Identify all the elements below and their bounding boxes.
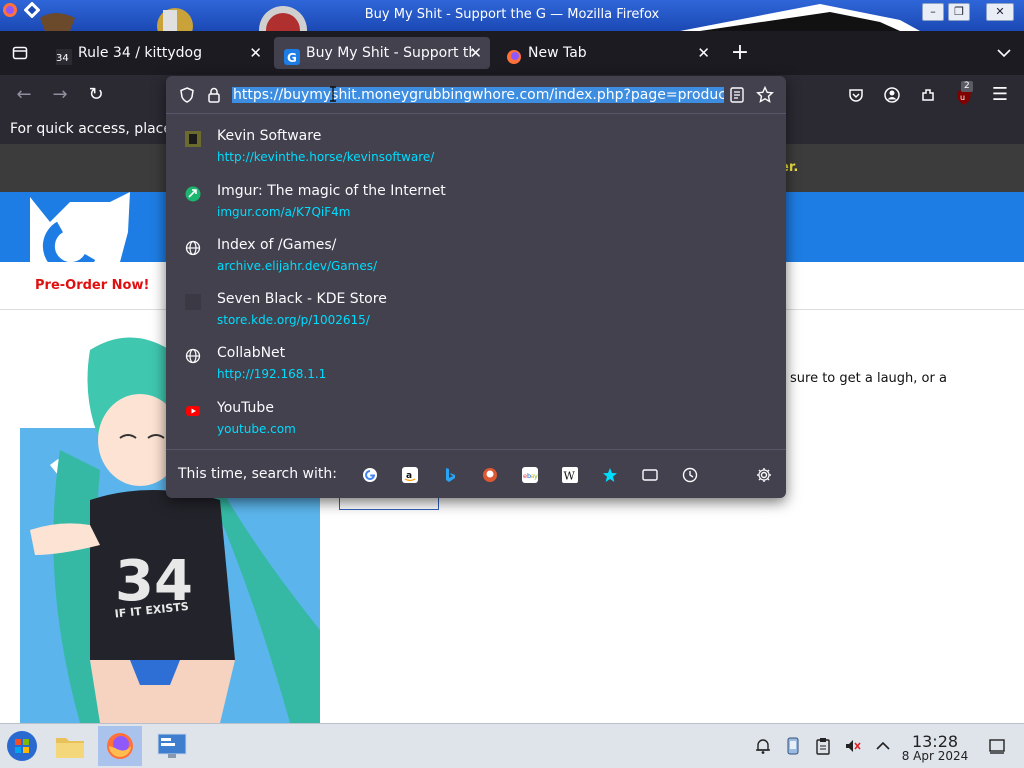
preorder-link[interactable]: Pre-Order Now! <box>35 278 149 293</box>
account-icon[interactable] <box>876 79 908 111</box>
urlbar[interactable]: https://buymyshit.moneygrubbingwhore.com… <box>166 76 786 114</box>
tab-new-tab[interactable]: New Tab ✕ <box>496 37 718 69</box>
tracking-protection-shield-icon[interactable] <box>178 86 196 104</box>
suggestion-url: imgur.com/a/K7QiF4m <box>217 205 351 219</box>
close-tab-icon[interactable]: ✕ <box>469 37 482 69</box>
tab-label: Buy My Shit - Support the G <box>306 45 474 61</box>
reload-button[interactable]: ↻ <box>80 79 112 111</box>
suggestion-url: youtube.com <box>217 422 296 436</box>
tab-label: New Tab <box>528 45 587 61</box>
suggestion-url: http://kevinthe.horse/kevinsoftware/ <box>217 150 435 164</box>
notifications-bell-icon[interactable] <box>754 737 772 755</box>
suggestion-title: Index of /Games/ <box>217 237 337 253</box>
suggestion-url: archive.elijahr.dev/Games/ <box>217 259 378 273</box>
suggestion-row[interactable]: Kevin Software http://kevinthe.horse/kev… <box>166 122 786 176</box>
list-all-tabs-icon[interactable] <box>988 37 1020 69</box>
start-menu-button[interactable] <box>0 726 44 766</box>
suggestion-row[interactable]: Index of /Games/ archive.elijahr.dev/Gam… <box>166 231 786 285</box>
window-titlebar[interactable]: Buy My Shit - Support the G — Mozilla Fi… <box>0 0 1024 31</box>
new-tab-button[interactable]: + <box>724 37 756 69</box>
minimize-button[interactable]: – <box>922 3 944 21</box>
search-with-label: This time, search with: <box>178 466 337 482</box>
firefox-icon <box>506 45 522 64</box>
one-off-search-bar: This time, search with: a ebay W <box>166 449 786 498</box>
pocket-icon[interactable] <box>840 79 872 111</box>
tabs-search-icon[interactable] <box>642 467 658 483</box>
svg-text:y: y <box>534 472 538 480</box>
suggestion-title: YouTube <box>217 400 274 416</box>
bookmark-star-icon[interactable] <box>756 85 774 104</box>
suggestion-url: http://192.168.1.1 <box>217 367 327 381</box>
forward-button[interactable]: → <box>44 79 76 111</box>
extensions-icon[interactable] <box>912 79 944 111</box>
reader-view-icon[interactable] <box>728 86 746 104</box>
back-button[interactable]: ← <box>8 79 40 111</box>
globe-icon <box>185 348 201 364</box>
youtube-favicon <box>185 403 201 419</box>
tab-rule34[interactable]: 34 Rule 34 / kittydog ✕ <box>46 37 270 69</box>
clipboard-icon[interactable] <box>814 737 832 755</box>
firefox-taskbar-icon[interactable] <box>98 726 142 766</box>
site-g-favicon: G <box>284 45 300 65</box>
tab-strip: 34 Rule 34 / kittydog ✕ G Buy My Shit - … <box>0 31 1024 75</box>
suggestion-url: store.kde.org/p/1002615/ <box>217 313 370 327</box>
suggestion-row[interactable]: Imgur: The magic of the Internet imgur.c… <box>166 177 786 231</box>
site-body-text: sure to get a laugh, or a <box>790 371 947 386</box>
suggestion-title: Seven Black - KDE Store <box>217 291 387 307</box>
url-selected-text: https://buymyshit.moneygrubbingwhore.com… <box>232 87 724 103</box>
bookmarks-empty-message: For quick access, place <box>10 121 172 137</box>
kde-favicon <box>185 294 201 310</box>
duckduckgo-search-icon[interactable] <box>482 467 498 483</box>
window-title: Buy My Shit - Support the G — Mozilla Fi… <box>364 7 660 22</box>
menu-button[interactable]: ☰ <box>984 79 1016 111</box>
ublock-badge: 2 <box>961 81 973 92</box>
globe-icon <box>185 240 201 256</box>
file-manager-taskbar-icon[interactable] <box>48 726 92 766</box>
volume-muted-icon[interactable] <box>844 737 862 755</box>
close-tab-icon[interactable]: ✕ <box>697 37 710 69</box>
urlbar-dropdown: https://buymyshit.moneygrubbingwhore.com… <box>166 76 786 498</box>
suggestion-row[interactable]: CollabNet http://192.168.1.1 <box>166 339 786 393</box>
bookmarks-search-icon[interactable] <box>602 467 618 483</box>
site-logo[interactable] <box>20 192 160 262</box>
suggestion-title: CollabNet <box>217 345 286 361</box>
close-tab-icon[interactable]: ✕ <box>249 37 262 69</box>
suggestion-title: Kevin Software <box>217 128 322 144</box>
taskbar: 13:28 8 Apr 2024 <box>0 723 1024 768</box>
search-settings-gear-icon[interactable] <box>756 467 772 483</box>
suggestion-title: Imgur: The magic of the Internet <box>217 183 446 199</box>
suggestion-row[interactable]: YouTube youtube.com <box>166 394 786 448</box>
google-search-icon[interactable] <box>362 467 378 483</box>
show-hidden-icons-chevron-icon[interactable] <box>874 737 892 755</box>
amazon-search-icon[interactable]: a <box>402 467 418 483</box>
history-search-icon[interactable] <box>682 467 698 483</box>
tab-buymyshit[interactable]: G Buy My Shit - Support the G ✕ <box>274 37 490 69</box>
maximize-button[interactable]: ❐ <box>948 3 970 21</box>
show-desktop-icon[interactable] <box>988 737 1006 755</box>
clock-date[interactable]: 8 Apr 2024 <box>895 749 975 763</box>
firefox-view-button[interactable] <box>4 37 36 69</box>
svg-text:34: 34 <box>56 53 69 64</box>
svg-text:G: G <box>287 51 297 65</box>
close-window-button[interactable]: ✕ <box>986 3 1014 21</box>
text-cursor <box>330 86 336 102</box>
kevin-favicon <box>185 131 201 147</box>
bing-search-icon[interactable] <box>442 467 458 483</box>
svg-text:u: u <box>960 93 965 102</box>
tab-label: Rule 34 / kittydog <box>78 45 202 61</box>
url-input[interactable]: https://buymyshit.moneygrubbingwhore.com… <box>232 85 724 105</box>
kde-connect-icon[interactable] <box>784 737 802 755</box>
rule34-favicon: 34 <box>56 45 72 65</box>
control-panel-taskbar-icon[interactable] <box>150 726 194 766</box>
lock-icon[interactable] <box>205 86 223 104</box>
svg-text:W: W <box>564 470 576 483</box>
ebay-search-icon[interactable]: ebay <box>522 467 538 483</box>
wikipedia-search-icon[interactable]: W <box>562 467 578 483</box>
imgur-favicon <box>185 186 201 202</box>
suggestion-row[interactable]: Seven Black - KDE Store store.kde.org/p/… <box>166 285 786 339</box>
ublock-origin-icon[interactable]: u 2 <box>948 79 980 111</box>
